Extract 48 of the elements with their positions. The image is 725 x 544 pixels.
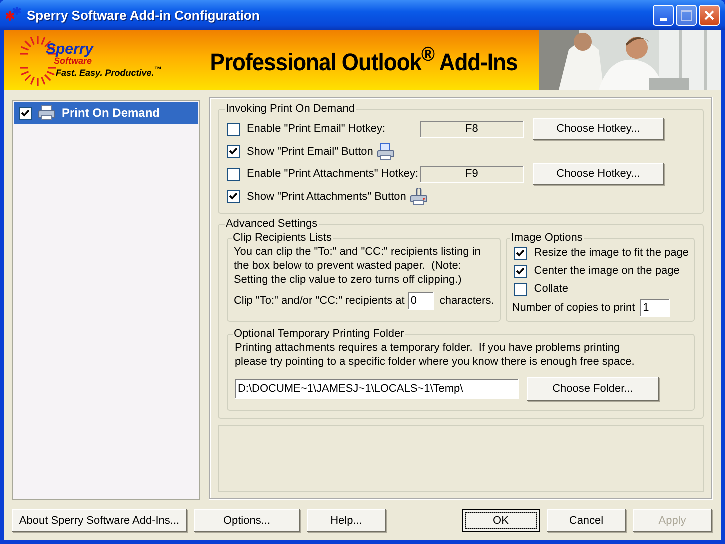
printer-icon	[38, 105, 56, 121]
dialog-button[interactable]: OK	[462, 509, 540, 532]
dialog-button[interactable]: Help...	[307, 509, 386, 532]
maximize-icon	[681, 10, 692, 20]
dialog-button[interactable]: Options...	[194, 509, 300, 532]
clip-unit-label: characters.	[440, 295, 494, 307]
tagline: Fast. Easy. Productive.$^{™}$	[56, 66, 162, 78]
paperclip-printer-icon	[410, 188, 428, 206]
hotkey-field: F8	[420, 120, 524, 138]
banner-headline: Professional Outlook$^{®}$ Add-Ins	[209, 42, 519, 78]
checkmark-icon	[228, 147, 238, 156]
checkbox-option[interactable]: Collate	[514, 280, 689, 298]
checkbox-option[interactable]: Enable "Print Email" Hotkey:	[226, 122, 419, 136]
clip-label: Clip "To:" and/or "CC:" recipients at	[234, 295, 405, 307]
group-title: Optional Temporary Printing Folder	[232, 328, 406, 340]
window-title: Sperry Software Add-in Configuration	[27, 8, 261, 22]
tree-item[interactable]: Print On Demand	[14, 102, 198, 124]
dialog-button[interactable]: Cancel	[547, 509, 626, 532]
hotkey-field: F9	[420, 166, 524, 182]
dialog-button[interactable]: About Sperry Software Add-Ins...	[12, 509, 187, 532]
group-title: Invoking Print On Demand	[224, 103, 356, 115]
close-icon	[704, 10, 715, 20]
minimize-button[interactable]	[653, 4, 674, 26]
logo-name: Sperry	[46, 42, 95, 57]
minimize-icon	[660, 18, 667, 20]
choose-folder-button[interactable]: Choose Folder...	[526, 377, 659, 401]
clip-count-field[interactable]: 0	[408, 292, 434, 310]
close-button[interactable]	[699, 4, 720, 26]
group-title: Image Options	[510, 232, 584, 244]
asterisk-icon	[6, 7, 22, 23]
checkbox-option[interactable]: Show "Print Attachments" Button	[226, 190, 406, 203]
choose-hotkey-button[interactable]: Choose Hotkey...	[532, 118, 664, 140]
checkbox[interactable]	[19, 106, 32, 120]
clip-description: You can clip the "To:" and "CC:" recipients listing in the box below to prevent wasted paper. (Note: Setting the clip value to zero turns off clipping.)	[234, 245, 482, 287]
choose-hotkey-button[interactable]: Choose Hotkey...	[532, 163, 664, 185]
checkbox-option[interactable]: Center the image on the page	[514, 262, 689, 280]
printer-icon	[377, 142, 396, 160]
checkmark-icon	[228, 192, 238, 201]
copies-label: Number of copies to print	[512, 302, 636, 314]
group-title: Clip Recipients Lists	[232, 232, 333, 244]
group-title: Advanced Settings	[224, 218, 319, 230]
checkbox-option[interactable]: Resize the image to fit the page	[514, 244, 689, 262]
folder-path-field[interactable]: D:\DOCUME~1\JAMESJ~1\LOCALS~1\Temp\	[234, 379, 519, 399]
copies-field[interactable]: 1	[640, 299, 670, 317]
folder-description: Printing attachments requires a temporary folder. If you have problems printing please try pointing to a specific folder where you know there is enough free space.	[234, 341, 636, 369]
checkbox-option[interactable]: Show "Print Email" Button	[226, 145, 374, 158]
logo-subtitle: Software	[54, 57, 92, 66]
checkbox-option[interactable]: Enable "Print Attachments" Hotkey:	[226, 168, 419, 180]
